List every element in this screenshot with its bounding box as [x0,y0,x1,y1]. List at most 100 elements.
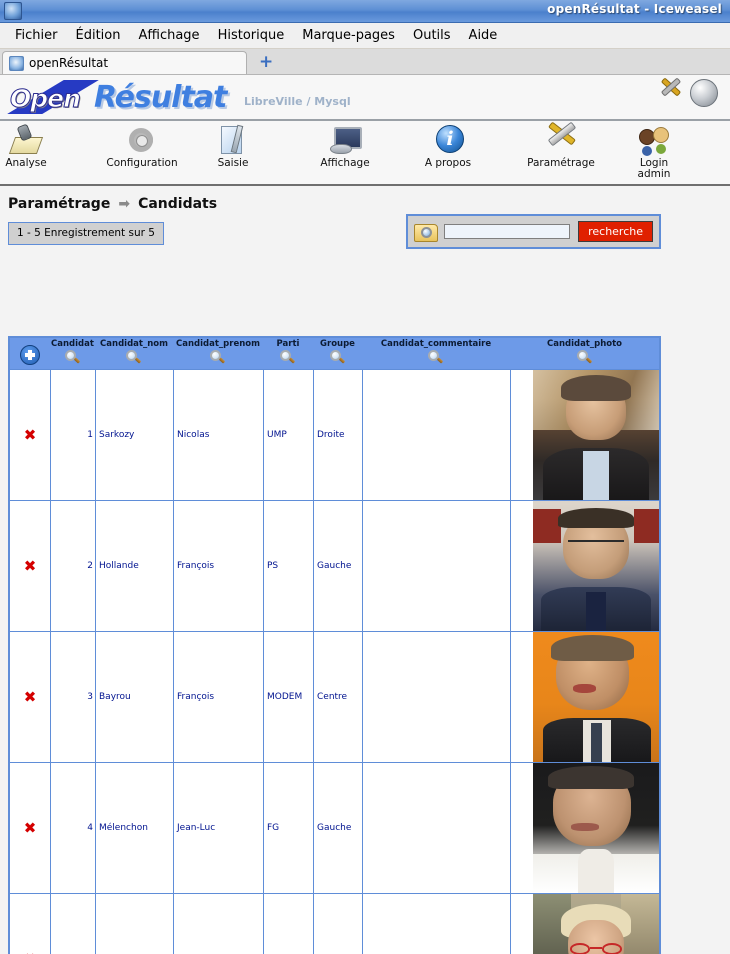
menu-historique[interactable]: Historique [209,26,294,45]
row-delete-cell[interactable]: ✖ [10,370,50,500]
toolbar-label-parametrage: Paramétrage [527,157,595,169]
column-header-candidat: Candidat [50,338,95,369]
cell-groupe: Gauche [313,763,362,893]
search-input[interactable] [444,224,571,239]
row-delete-cell[interactable]: ✖ [10,632,50,762]
toolbar-item-analyse[interactable]: Analyse [0,124,74,169]
menu-affichage[interactable]: Affichage [129,26,208,45]
column-header-parti: Parti [263,338,313,369]
analyse-icon [9,124,43,156]
toolbar-label-analyse: Analyse [5,157,47,169]
toolbar-item-parametrage[interactable]: Paramétrage [513,124,609,169]
delete-row-icon[interactable]: ✖ [24,689,37,705]
tab-openresultat[interactable]: openRésultat [2,51,247,74]
users-icon [637,124,671,156]
cell-nom: Bayrou [95,632,173,762]
delete-row-icon[interactable]: ✖ [24,558,37,574]
row-delete-cell[interactable]: ✖ [10,501,50,631]
delete-row-icon[interactable]: ✖ [24,427,37,443]
app-logo[interactable]: Open Résultat [8,78,227,116]
utility-row: 1 - 5 Enregistrement sur 5 recherche [0,214,730,262]
toolbar-item-login-admin[interactable]: Login admin [606,124,702,180]
toolbar-label-configuration: Configuration [106,157,178,169]
app-header-icons [658,79,718,107]
window-title: openRésultat - Iceweasel [547,2,722,16]
cell-parti: MODEM [263,632,313,762]
cell-nom: Joly [95,894,173,954]
tab-label: openRésultat [29,56,109,70]
filter-search-icon-candidat-prenom[interactable] [210,350,226,366]
breadcrumb-arrow-icon: ➡ [118,196,131,212]
cell-commentaire [362,501,510,631]
filter-search-icon-candidat-commentaire[interactable] [428,350,444,366]
wrench-screwdriver-icon [544,124,578,156]
toolbar-label-affichage: Affichage [320,157,370,169]
column-header-groupe: Groupe [313,338,362,369]
table-row[interactable]: ✖ 2 Hollande François PS Gauche [10,500,659,631]
tab-favicon-icon [9,55,24,71]
record-count-label: 1 - 5 Enregistrement sur 5 [8,222,164,245]
tabbar: openRésultat + [0,49,730,75]
cell-nom: Sarkozy [95,370,173,500]
column-label-candidat-commentaire: Candidat_commentaire [380,339,492,349]
search-panel: recherche [406,214,661,249]
toolbar-item-saisie[interactable]: Saisie [185,124,281,169]
cell-parti: FG [263,763,313,893]
candidate-photo [533,501,659,631]
filter-search-icon-candidat-photo[interactable] [576,350,593,366]
menu-aide[interactable]: Aide [460,26,507,45]
filter-search-icon-groupe[interactable] [329,350,346,366]
menu-edition[interactable]: Édition [67,26,130,45]
table-row[interactable]: ✖ 4 Mélenchon Jean-Luc FG Gauche [10,762,659,893]
filter-search-icon-candidat[interactable] [64,350,81,366]
filter-search-icon-candidat-nom[interactable] [126,350,142,366]
toolbar-item-configuration[interactable]: Configuration [94,124,190,169]
toolbar-item-affichage[interactable]: Affichage [297,124,393,169]
delete-row-icon[interactable]: ✖ [24,820,37,836]
column-label-groupe: Groupe [320,339,355,349]
row-delete-cell[interactable]: ✖ [10,763,50,893]
toolbar-item-a-propos[interactable]: A propos [400,124,496,169]
menu-marque-pages[interactable]: Marque-pages [293,26,404,45]
cell-prenom: Jean-Luc [173,763,263,893]
breadcrumb: Paramétrage ➡ Candidats [0,186,730,212]
cell-id: 2 [50,501,95,631]
breadcrumb-root[interactable]: Paramétrage [8,196,110,212]
column-header-candidat-photo: Candidat_photo [510,338,659,369]
cell-groupe: Droite [313,370,362,500]
column-label-candidat-photo: Candidat_photo [546,339,623,349]
cell-id: 1 [50,370,95,500]
window-titlebar: openRésultat - Iceweasel [0,0,730,23]
table-add-column [10,338,50,369]
new-tab-button[interactable]: + [259,54,273,71]
cell-commentaire [362,763,510,893]
menu-fichier[interactable]: Fichier [6,26,67,45]
logo-text-open: Open [10,84,82,114]
row-delete-cell[interactable]: ✖ [10,894,50,954]
cell-nom: Mélenchon [95,763,173,893]
filter-search-icon-parti[interactable] [280,350,296,366]
cell-parti: Vert [263,894,313,954]
table-row[interactable]: ✖ 1 Sarkozy Nicolas UMP Droite [10,369,659,500]
cell-groupe: Gauche [313,501,362,631]
add-record-button[interactable] [20,345,40,365]
globe-icon[interactable] [690,79,718,107]
menu-outils[interactable]: Outils [404,26,460,45]
table-row[interactable]: ✖ 5 Joly Eva Vert Gauche [10,893,659,954]
table-row[interactable]: ✖ 3 Bayrou François MODEM Centre [10,631,659,762]
cell-id: 4 [50,763,95,893]
cell-groupe: Centre [313,632,362,762]
folder-search-icon [414,221,438,243]
app-subtitle: LibreVille / Mysql [244,94,351,108]
candidate-photo [533,894,659,954]
toolbar-label-saisie: Saisie [217,157,249,169]
toolbar-label-login-admin: Login admin [637,157,671,180]
cell-commentaire [362,370,510,500]
browser-icon [4,2,22,20]
column-label-candidat: Candidat [51,339,94,349]
tools-icon[interactable] [658,80,684,106]
logo-text-resultat: Résultat [94,80,227,115]
cell-groupe: Gauche [313,894,362,954]
search-button[interactable]: recherche [578,221,653,242]
page-content: Open Résultat LibreVille / Mysql Analyse… [0,75,730,954]
